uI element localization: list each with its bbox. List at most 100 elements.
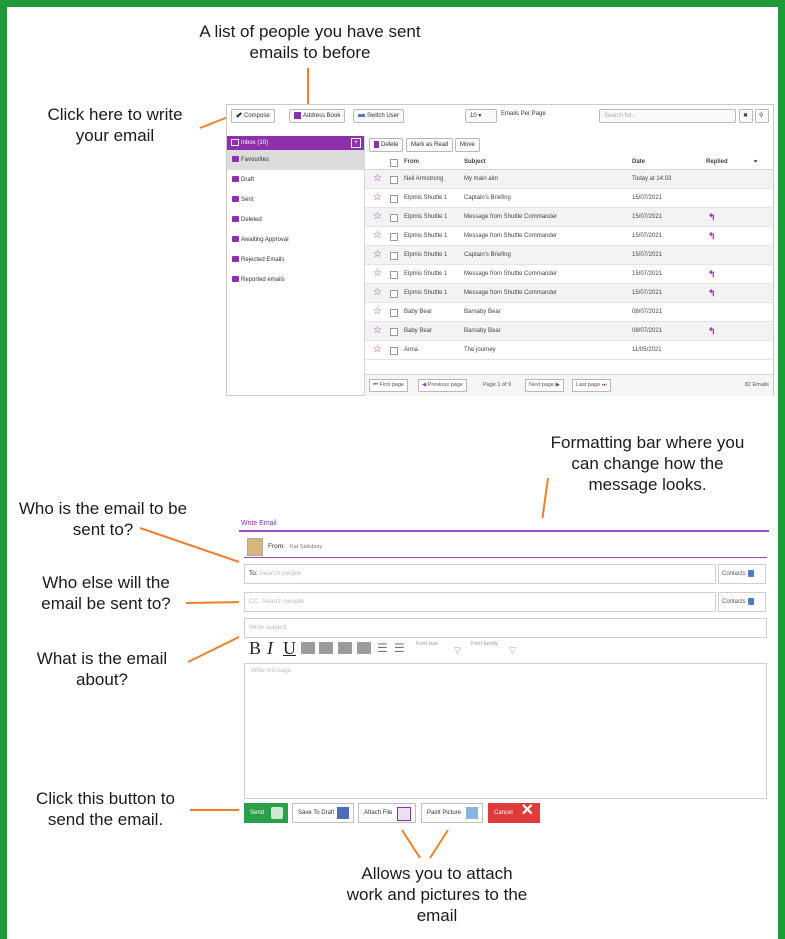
close-icon: ✖ [743, 113, 749, 119]
row-from: Elpmis Shuttle 1 [404, 195, 448, 201]
star-icon[interactable]: ☆ [373, 307, 383, 317]
per-page-label: Emails Per Page [501, 111, 546, 117]
align-right-icon[interactable] [338, 642, 352, 654]
row-checkbox[interactable] [390, 233, 398, 241]
star-icon[interactable]: ☆ [373, 345, 383, 355]
star-icon[interactable]: ☆ [373, 269, 383, 279]
add-folder-icon[interactable]: + [351, 138, 361, 148]
address-book-button[interactable]: Address Book [289, 109, 346, 123]
cc-contacts-button[interactable]: Contacts [718, 592, 766, 612]
underline-button[interactable]: U [283, 638, 296, 658]
to-contacts-button[interactable]: Contacts [718, 564, 766, 584]
row-from: Elpmis Shuttle 1 [404, 290, 448, 296]
table-row[interactable]: ☆ Anna The journey 11/05/2021 [365, 341, 773, 360]
sidebar-item-inbox[interactable]: Inbox (10) + [227, 136, 364, 150]
justify-icon[interactable] [357, 642, 371, 654]
numbered-list-icon[interactable]: ☰ [394, 641, 405, 655]
row-checkbox[interactable] [390, 214, 398, 222]
row-checkbox[interactable] [390, 271, 398, 279]
sidebar-item-favourites[interactable]: Favourites [227, 150, 364, 170]
sidebar-item-deleted[interactable]: Deleted [227, 210, 364, 230]
paint-icon [466, 807, 478, 819]
replied-icon: ↰ [708, 212, 716, 222]
compose-button[interactable]: Compose [231, 109, 275, 123]
last-page-button[interactable]: Last page ⏭ [572, 379, 611, 392]
table-row[interactable]: ☆ Elpmis Shuttle 1 Message from Shuttle Co… [365, 227, 773, 246]
callout-people-list: A list of people you have sent emails to… [199, 22, 421, 62]
table-row[interactable]: ☆ Baby Bear Barnaby Bear 08/07/2021 [365, 303, 773, 322]
per-page-select[interactable]: 10 ▾ [465, 109, 497, 123]
row-date: 08/07/2021 [632, 309, 663, 315]
row-checkbox[interactable] [390, 252, 398, 260]
table-row[interactable]: ☆ Elpmis Shuttle 1 Message from Shuttle Co… [365, 265, 773, 284]
star-icon[interactable]: ☆ [373, 193, 383, 203]
row-date: 08/07/2021 [632, 328, 663, 334]
table-row[interactable]: ☆ Elpmis Shuttle 1 Captain's Briefing 15/07… [365, 189, 773, 208]
row-from: Elpmis Shuttle 1 [404, 233, 448, 239]
table-row[interactable]: ☆ Elpmis Shuttle 1 Message from Shuttle Co… [365, 208, 773, 227]
search-input[interactable]: Search for... [599, 109, 736, 123]
close-icon: ✕ [520, 802, 534, 819]
bold-button[interactable]: B [249, 638, 261, 658]
next-page-button[interactable]: Next page ▶ [525, 379, 564, 392]
row-subject: Captain's Briefing [464, 252, 511, 258]
to-placeholder: Search people [259, 570, 302, 577]
mark-read-button[interactable]: Mark as Read [406, 138, 454, 152]
row-checkbox[interactable] [390, 176, 398, 184]
trash-icon [374, 140, 379, 148]
select-all-checkbox[interactable] [390, 159, 398, 167]
save-draft-button[interactable]: Save To Draft [292, 803, 354, 823]
star-icon[interactable]: ☆ [373, 231, 383, 241]
italic-button[interactable]: I [267, 638, 273, 658]
row-checkbox[interactable] [390, 328, 398, 336]
align-center-icon[interactable] [319, 642, 333, 654]
row-from: Baby Bear [404, 328, 433, 334]
row-checkbox[interactable] [390, 309, 398, 317]
star-icon[interactable]: ☆ [373, 326, 383, 336]
callout-sent-to: Who is the email to be sent to? [18, 499, 188, 539]
sidebar-item-awaiting-approval[interactable]: Awaiting Approval [227, 230, 364, 250]
row-checkbox[interactable] [390, 195, 398, 203]
font-size-select[interactable]: Font size ▽ [416, 641, 461, 655]
cc-field[interactable]: CC: Search people [244, 592, 716, 612]
clear-search-button[interactable]: ✖ [739, 109, 753, 123]
contacts-icon [747, 569, 754, 577]
search-button[interactable]: ⚲ [755, 109, 769, 123]
subject-field[interactable]: Write subject [244, 618, 767, 638]
star-icon[interactable]: ☆ [373, 174, 383, 184]
table-row[interactable]: ☆ Baby Bear Barnaby Bear 08/07/2021 ↰ [365, 322, 773, 341]
previous-page-button[interactable]: ◀ Previous page [418, 379, 467, 392]
cc-label: CC: [249, 598, 261, 605]
move-button[interactable]: Move [455, 138, 480, 152]
row-date: 15/07/2021 [632, 271, 663, 277]
sidebar-item-rejected[interactable]: Rejected Emails [227, 250, 364, 270]
switch-user-button[interactable]: Switch User [353, 109, 405, 123]
star-icon[interactable]: ☆ [373, 212, 383, 222]
table-row[interactable]: ☆ Elpmis Shuttle 1 Captain's Briefing 15/07… [365, 246, 773, 265]
replied-icon: ↰ [708, 269, 716, 279]
align-left-icon[interactable] [301, 642, 315, 654]
star-icon[interactable]: ☆ [373, 250, 383, 260]
table-row[interactable]: ☆ Elpmis Shuttle 1 Message from Shuttle Co… [365, 284, 773, 303]
paint-picture-button[interactable]: Paint Picture [421, 803, 483, 823]
cancel-button[interactable]: Cancel ✕ [488, 802, 540, 823]
chevron-down-icon: ▾ [478, 113, 482, 119]
to-field[interactable]: To: Search people [244, 564, 716, 584]
star-icon[interactable]: ☆ [373, 288, 383, 298]
sidebar-item-sent[interactable]: Sent [227, 190, 364, 210]
table-row[interactable]: ☆ Neil Armstrong My main aim Today at 14:03 [365, 170, 773, 189]
attach-file-button[interactable]: Attach File [358, 803, 416, 823]
first-page-button[interactable]: ⏮ First page [369, 379, 408, 392]
rejected-icon [232, 256, 239, 263]
row-checkbox[interactable] [390, 347, 398, 355]
message-body[interactable]: Write message [244, 663, 767, 799]
send-button[interactable]: Send [244, 803, 288, 823]
font-family-select[interactable]: Font family ▽ [471, 641, 516, 655]
delete-button[interactable]: Delete [369, 138, 404, 152]
bullet-list-icon[interactable]: ☰ [377, 641, 388, 655]
sidebar-item-draft[interactable]: Draft [227, 170, 364, 190]
row-checkbox[interactable] [390, 290, 398, 298]
callout-send-button: Click this button to send the email. [36, 789, 175, 829]
sidebar-item-reported[interactable]: Reported emails [227, 270, 364, 290]
callout-about: What is the email about? [36, 649, 168, 689]
